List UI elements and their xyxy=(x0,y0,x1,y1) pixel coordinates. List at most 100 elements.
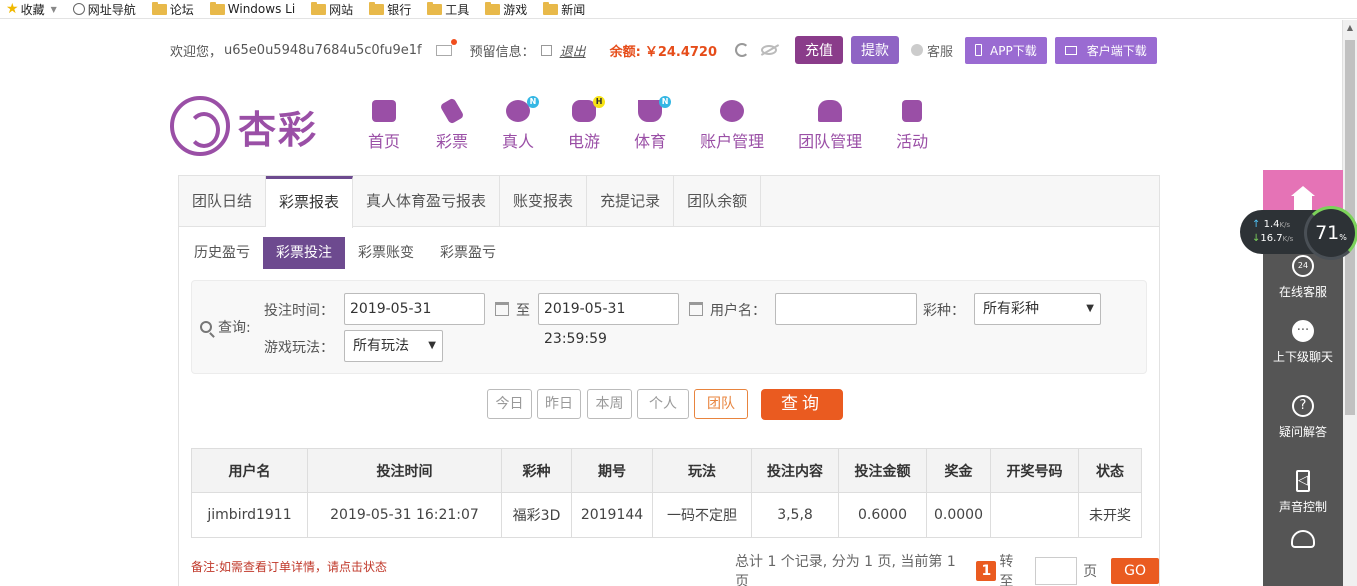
lottery-type-label: 彩种： xyxy=(923,303,965,319)
speaker-icon: ◁ xyxy=(1296,470,1310,492)
bet-results-table: 用户名 投注时间 彩种 期号 玩法 投注内容 投注金额 奖金 开奖号码 状态 j… xyxy=(191,448,1142,538)
col-draw-number: 开奖号码 xyxy=(990,448,1079,493)
table-row: jimbird1911 2019-05-31 16:21:07 福彩3D 201… xyxy=(191,492,1142,538)
page-scrollbar[interactable]: ▲ xyxy=(1342,20,1357,586)
nav-item-activity[interactable]: 活动 xyxy=(896,100,928,152)
bookmark-folder[interactable]: 网站 xyxy=(311,1,353,18)
edit-icon[interactable] xyxy=(540,44,552,56)
lottery-type-select[interactable]: 所有彩种 ▼ xyxy=(974,293,1101,325)
app-download-button[interactable]: APP下载 xyxy=(965,36,1047,64)
subtab-lottery-bets[interactable]: 彩票投注 xyxy=(263,237,345,269)
home-icon xyxy=(372,100,396,122)
goto-page-input[interactable] xyxy=(1035,557,1078,585)
site-logo[interactable]: 杏彩 xyxy=(170,96,318,156)
bookmark-nav[interactable]: 网址导航 xyxy=(72,1,136,18)
subtab-lottery-changes[interactable]: 彩票账变 xyxy=(345,237,427,269)
folder-icon xyxy=(311,1,327,15)
tab-lottery-report[interactable]: 彩票报表 xyxy=(266,176,354,228)
caret-down-icon: ▼ xyxy=(1086,303,1094,314)
tab-account-change[interactable]: 账变报表 xyxy=(500,176,588,227)
bookmark-folder[interactable]: 论坛 xyxy=(151,1,194,18)
table-header-row: 用户名 投注时间 彩种 期号 玩法 投注内容 投注金额 奖金 开奖号码 状态 xyxy=(191,448,1142,493)
network-speed-widget[interactable]: ↑ 1.4K/s ↓16.7K/s 71% xyxy=(1240,206,1357,260)
tab-team-daily[interactable]: 团队日结 xyxy=(179,176,267,227)
go-button[interactable]: GO xyxy=(1111,558,1160,584)
sidebar-item-download[interactable] xyxy=(1263,530,1343,570)
col-content: 投注内容 xyxy=(751,448,839,493)
client-download-button[interactable]: 客户端下载 xyxy=(1054,36,1157,64)
headset-24-icon: 24 xyxy=(1292,255,1314,277)
tab-live-sports-pl[interactable]: 真人体育盈亏报表 xyxy=(353,176,501,227)
subtab-lottery-pl[interactable]: 彩票盈亏 xyxy=(427,237,509,269)
refresh-icon[interactable] xyxy=(735,43,750,57)
bookmark-favorites[interactable]: ★ 收藏 ▼ xyxy=(6,1,57,18)
query-submit-button[interactable]: 查询 xyxy=(761,389,843,420)
play-type-select[interactable]: 所有玩法 ▼ xyxy=(344,330,443,362)
chat-bubble-icon: ··· xyxy=(1292,320,1314,342)
col-play: 玩法 xyxy=(652,448,752,493)
sidebar-item-faq[interactable]: ? 疑问解答 xyxy=(1263,380,1343,455)
nav-item-home[interactable]: 首页 xyxy=(368,100,400,152)
nav-item-egames[interactable]: H 电游 xyxy=(568,96,606,152)
cell-play: 一码不定胆 xyxy=(652,492,752,538)
sidebar-item-sound[interactable]: ◁ 声音控制 xyxy=(1263,455,1343,530)
calendar-icon[interactable] xyxy=(495,302,509,316)
quick-yesterday-button[interactable]: 昨日 xyxy=(537,389,581,419)
scroll-up-icon[interactable]: ▲ xyxy=(1343,20,1357,35)
home-icon xyxy=(1291,186,1315,210)
logo-text: 杏彩 xyxy=(238,106,319,152)
customer-service-link[interactable]: 客服 xyxy=(927,41,953,60)
logout-link[interactable]: 退出 xyxy=(560,41,586,60)
calendar-icon[interactable] xyxy=(689,302,703,316)
col-username: 用户名 xyxy=(191,448,308,493)
username-label: 用户名： xyxy=(710,303,766,319)
caret-down-icon: ▼ xyxy=(428,340,436,351)
folder-icon xyxy=(151,1,167,15)
report-subtabs: 历史盈亏 彩票投注 彩票账变 彩票盈亏 xyxy=(179,237,1159,269)
end-time-input[interactable]: 2019-05-31 23:59:59 xyxy=(538,293,679,347)
page-unit-label: 页 xyxy=(1083,564,1098,580)
bookmark-folder[interactable]: 工具 xyxy=(427,1,469,18)
nav-item-account[interactable]: 账户管理 xyxy=(700,100,764,152)
sidebar-item-chat[interactable]: ··· 上下级聊天 xyxy=(1263,305,1343,380)
quick-week-button[interactable]: 本周 xyxy=(587,389,632,419)
hide-balance-icon[interactable] xyxy=(761,45,778,55)
nav-item-team[interactable]: 团队管理 xyxy=(798,100,862,152)
username-input[interactable] xyxy=(775,293,917,325)
cell-status-link[interactable]: 未开奖 xyxy=(1078,492,1142,538)
memory-usage-percent: 71 xyxy=(1315,222,1340,244)
gift-icon xyxy=(902,100,923,122)
customer-service-icon xyxy=(911,44,924,56)
pagination-summary: 总计 1 个记录, 分为 1 页, 当前第 1 页 xyxy=(735,554,956,586)
quick-team-button[interactable]: 团队 xyxy=(694,389,748,419)
tab-team-balance[interactable]: 团队余额 xyxy=(674,176,762,227)
current-page-button[interactable]: 1 xyxy=(976,561,997,581)
speed-readout: ↑ 1.4K/s ↓16.7K/s xyxy=(1252,219,1294,244)
quick-personal-button[interactable]: 个人 xyxy=(637,389,689,419)
username-display: u65e0u5948u7684u5c0fu9e1f xyxy=(224,42,422,58)
logo-emblem-icon xyxy=(170,96,230,156)
mail-icon[interactable] xyxy=(435,38,457,56)
query-form: 查询: 投注时间： 2019-05-31 00:00:00 至 2019-05-… xyxy=(191,280,1147,374)
upload-arrow-icon: ↑ xyxy=(1252,219,1261,230)
bookmark-folder[interactable]: 游戏 xyxy=(485,1,527,18)
tab-deposit-withdraw[interactable]: 充提记录 xyxy=(587,176,675,227)
subtab-history-pl[interactable]: 历史盈亏 xyxy=(181,237,263,269)
nav-item-sports[interactable]: N 体育 xyxy=(634,96,672,152)
nav-item-live[interactable]: N 真人 xyxy=(502,96,540,152)
col-amount: 投注金额 xyxy=(838,448,927,493)
nav-item-lottery[interactable]: 彩票 xyxy=(436,97,468,152)
bookmark-folder[interactable]: 新闻 xyxy=(543,1,585,18)
badge-new: N xyxy=(527,96,540,108)
recharge-button[interactable]: 充值 xyxy=(795,36,844,64)
search-icon xyxy=(200,321,212,333)
cell-lottery: 福彩3D xyxy=(501,492,572,538)
upload-speed: 1.4 xyxy=(1263,219,1280,230)
phone-icon xyxy=(975,44,983,56)
quick-today-button[interactable]: 今日 xyxy=(487,389,532,419)
withdraw-button[interactable]: 提款 xyxy=(851,36,900,64)
bookmark-folder[interactable]: 银行 xyxy=(369,1,411,18)
start-time-input[interactable]: 2019-05-31 00:00:00 xyxy=(344,293,485,347)
cell-bet-time: 2019-05-31 16:21:07 xyxy=(307,492,502,538)
bookmark-folder[interactable]: Windows Li xyxy=(209,1,295,16)
